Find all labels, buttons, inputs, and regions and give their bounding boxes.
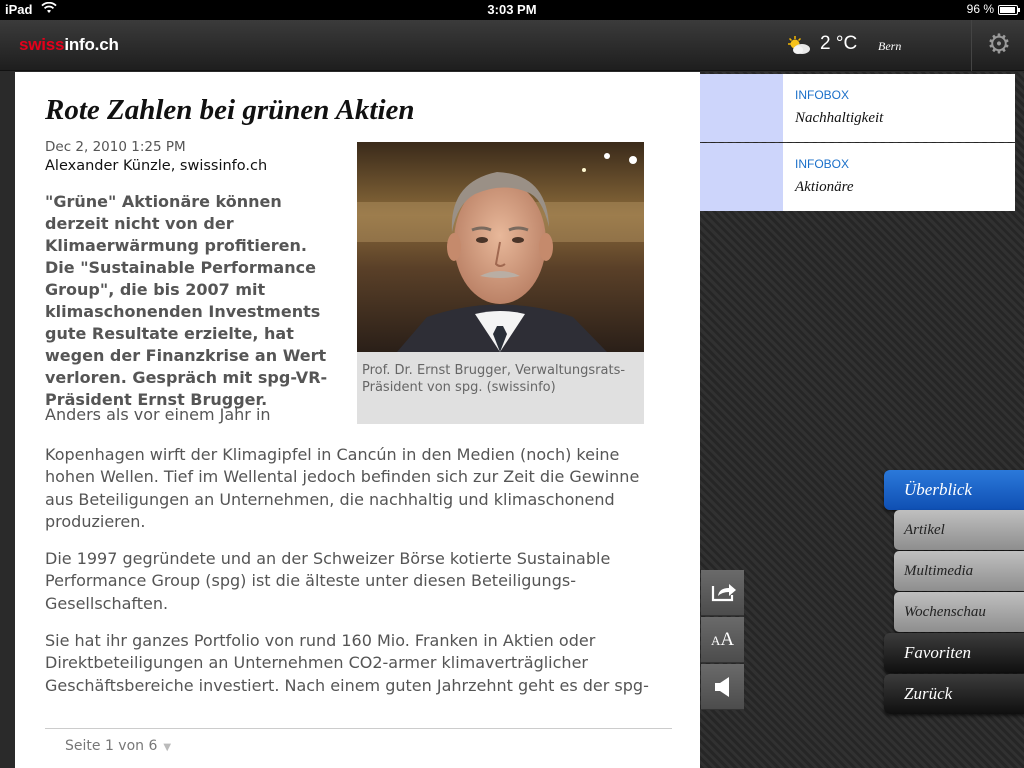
logo-red-part: swiss: [19, 35, 65, 54]
nav-wochenschau[interactable]: Wochenschau: [894, 592, 1024, 632]
share-button[interactable]: [701, 570, 744, 616]
gear-icon: ⚙: [986, 29, 1012, 60]
partly-cloudy-icon: [786, 35, 812, 55]
logo-white-part: info.ch: [64, 35, 119, 54]
article-paragraph: Kopenhagen wirft der Klimagipfel in Canc…: [45, 445, 640, 531]
infobox-tag: INFOBOX: [795, 157, 850, 171]
infobox-label: Aktionäre: [795, 179, 854, 195]
chevron-down-icon: ▼: [163, 742, 172, 753]
status-bar: iPad 3:03 PM 96 %: [0, 0, 1024, 20]
infobox-label: Nachhaltigkeit: [795, 110, 884, 126]
article-lead: "Grüne" Aktionäre können derzeit nicht v…: [45, 192, 328, 409]
nav-artikel[interactable]: Artikel: [894, 510, 1024, 550]
nav-multimedia[interactable]: Multimedia: [894, 551, 1024, 591]
article-photo-box[interactable]: Prof. Dr. Ernst Brugger, Verwaltungsrats…: [357, 142, 644, 424]
weather-city[interactable]: Bern: [878, 39, 901, 54]
app-header: swissinfo.ch 2 °C Bern ⚙: [0, 20, 1024, 71]
temperature: 2 °C: [820, 33, 858, 54]
nav-zurueck[interactable]: Zurück: [884, 674, 1024, 714]
battery-percent: 96 %: [966, 2, 994, 16]
page-selector[interactable]: Seite 1 von 6 ▼: [65, 738, 171, 754]
portrait-photo[interactable]: [357, 142, 644, 352]
clock: 3:03 PM: [487, 2, 537, 17]
audio-button[interactable]: [701, 664, 744, 710]
nav-favoriten[interactable]: Favoriten: [884, 633, 1024, 673]
font-small-label: A: [710, 633, 721, 648]
infobox-item[interactable]: INFOBOX Nachhaltigkeit: [700, 74, 1015, 142]
swissinfo-logo[interactable]: swissinfo.ch: [19, 35, 119, 55]
infobox-tag: INFOBOX: [795, 88, 850, 102]
article-paragraph: Sie hat ihr ganzes Portfolio von rund 16…: [45, 631, 649, 695]
header-divider: [971, 20, 972, 71]
font-big-label: A: [720, 629, 735, 650]
speaker-icon: [715, 677, 729, 697]
article-title: Rote Zahlen bei grünen Aktien: [45, 94, 415, 126]
share-icon: [711, 584, 736, 602]
article-author: Alexander Künzle, swissinfo.ch: [45, 158, 268, 174]
article-paragraph: Die 1997 gegründete und an der Schweizer…: [45, 549, 611, 613]
battery-icon: [998, 5, 1020, 15]
infobox-thumbnail: [700, 74, 783, 142]
article-date: Dec 2, 2010 1:25 PM: [45, 139, 186, 155]
photo-caption: Prof. Dr. Ernst Brugger, Verwaltungsrats…: [362, 363, 626, 395]
page-indicator: Seite 1 von 6: [65, 738, 158, 754]
article-page: Rote Zahlen bei grünen Aktien Dec 2, 201…: [15, 72, 700, 768]
infobox-thumbnail: [700, 143, 783, 211]
side-panel: INFOBOX Nachhaltigkeit INFOBOX Aktionäre…: [700, 72, 1024, 768]
nav-ueberblick[interactable]: Überblick: [884, 470, 1024, 510]
infobox-item[interactable]: INFOBOX Aktionäre: [700, 143, 1015, 211]
article-first-line: Anders als vor einem Jahr in: [45, 405, 271, 424]
pager-divider: [45, 728, 672, 729]
font-size-button[interactable]: AA: [701, 617, 744, 663]
settings-button[interactable]: ⚙: [980, 26, 1018, 64]
